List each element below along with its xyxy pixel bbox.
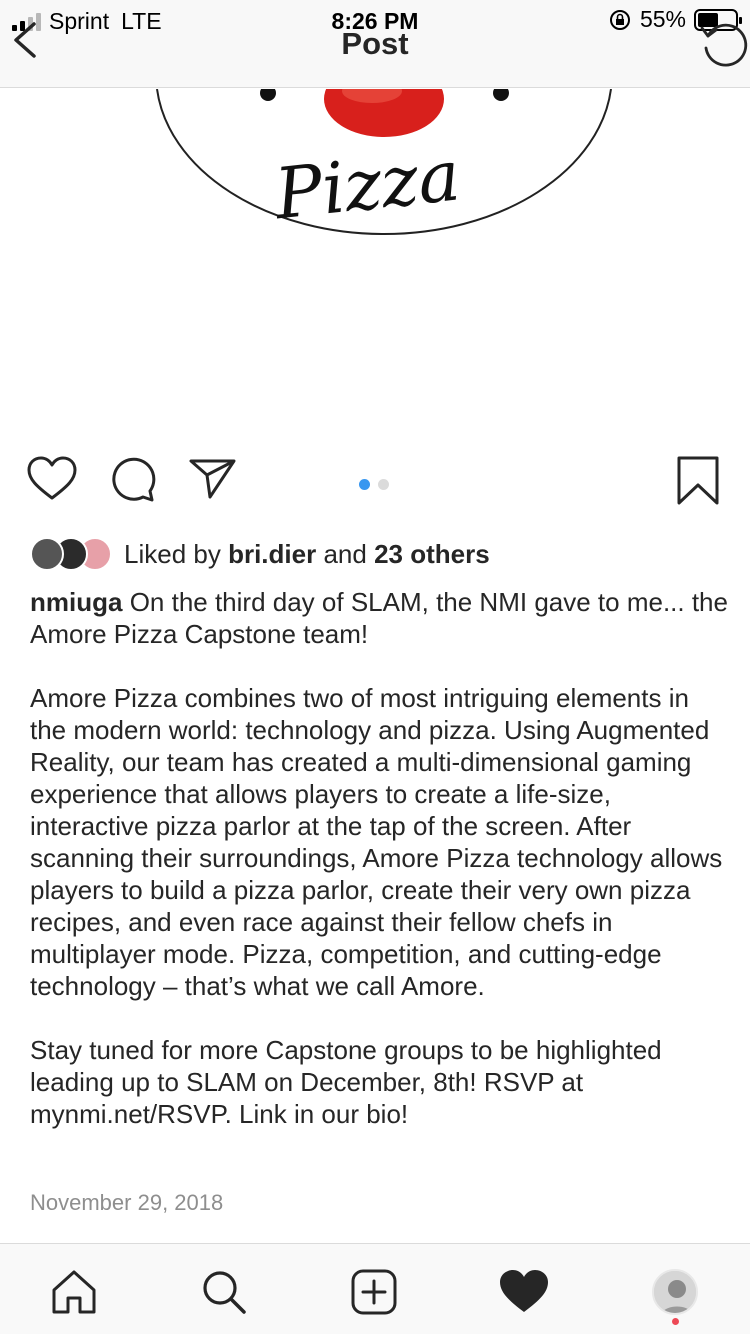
home-icon: [52, 1270, 96, 1314]
liked-by-label: Liked by: [124, 538, 221, 569]
paper-plane-icon: [189, 459, 236, 499]
caption-paragraph: Amore Pizza combines two of most intrigu…: [30, 683, 723, 1001]
caption-first: nmiuga On the third day of SLAM, the NMI…: [30, 586, 730, 650]
nav-new-post[interactable]: [344, 1262, 404, 1322]
notification-dot: [672, 1318, 679, 1325]
refresh-icon: [700, 23, 748, 67]
caption-text: On the third day of SLAM, the NMI gave t…: [30, 587, 728, 649]
bottom-navigation: [0, 1243, 750, 1334]
activity-heart-icon: [500, 1270, 548, 1312]
nav-profile[interactable]: [645, 1262, 705, 1322]
nav-home[interactable]: [44, 1262, 104, 1322]
nav-search[interactable]: [194, 1262, 254, 1322]
comment-icon: [112, 457, 156, 502]
liked-by-others[interactable]: 23 others: [374, 539, 490, 569]
profile-avatar: [652, 1269, 698, 1315]
liked-by-and: and: [323, 538, 367, 569]
liked-by-username[interactable]: bri.dier: [228, 539, 316, 569]
refresh-button[interactable]: [698, 18, 750, 70]
comment-button[interactable]: [108, 455, 156, 508]
carousel-dot: [359, 479, 370, 490]
save-button[interactable]: [676, 455, 720, 512]
post-image[interactable]: Pizza: [0, 89, 750, 441]
carousel-indicator: [359, 479, 389, 490]
likes-row[interactable]: Liked by bri.dier and 23 others: [30, 534, 490, 574]
nav-activity[interactable]: [494, 1262, 554, 1322]
avatar-photo: [654, 1271, 696, 1313]
search-icon: [203, 1271, 246, 1314]
liker-avatars: [30, 537, 112, 571]
avatar: [30, 537, 64, 571]
heart-outline-icon: [27, 456, 77, 500]
caption-username[interactable]: nmiuga: [30, 587, 122, 617]
page-title: Post: [341, 26, 409, 61]
likes-text: Liked by bri.dier and 23 others: [124, 539, 490, 570]
share-button[interactable]: [188, 455, 238, 506]
like-button[interactable]: [26, 455, 78, 508]
top-bar: Sprint LTE 8:26 PM 55% Post: [0, 0, 750, 88]
caption-paragraph: Stay tuned for more Capstone groups to b…: [30, 1035, 662, 1129]
bookmark-icon: [677, 456, 719, 505]
carousel-dot: [378, 479, 389, 490]
post-caption: nmiuga On the third day of SLAM, the NMI…: [30, 586, 730, 1130]
logo-wordmark: Pizza: [269, 134, 464, 235]
pizza-logo-image: Pizza: [156, 89, 612, 235]
add-post-icon: [351, 1269, 397, 1315]
post-date: November 29, 2018: [30, 1190, 224, 1215]
